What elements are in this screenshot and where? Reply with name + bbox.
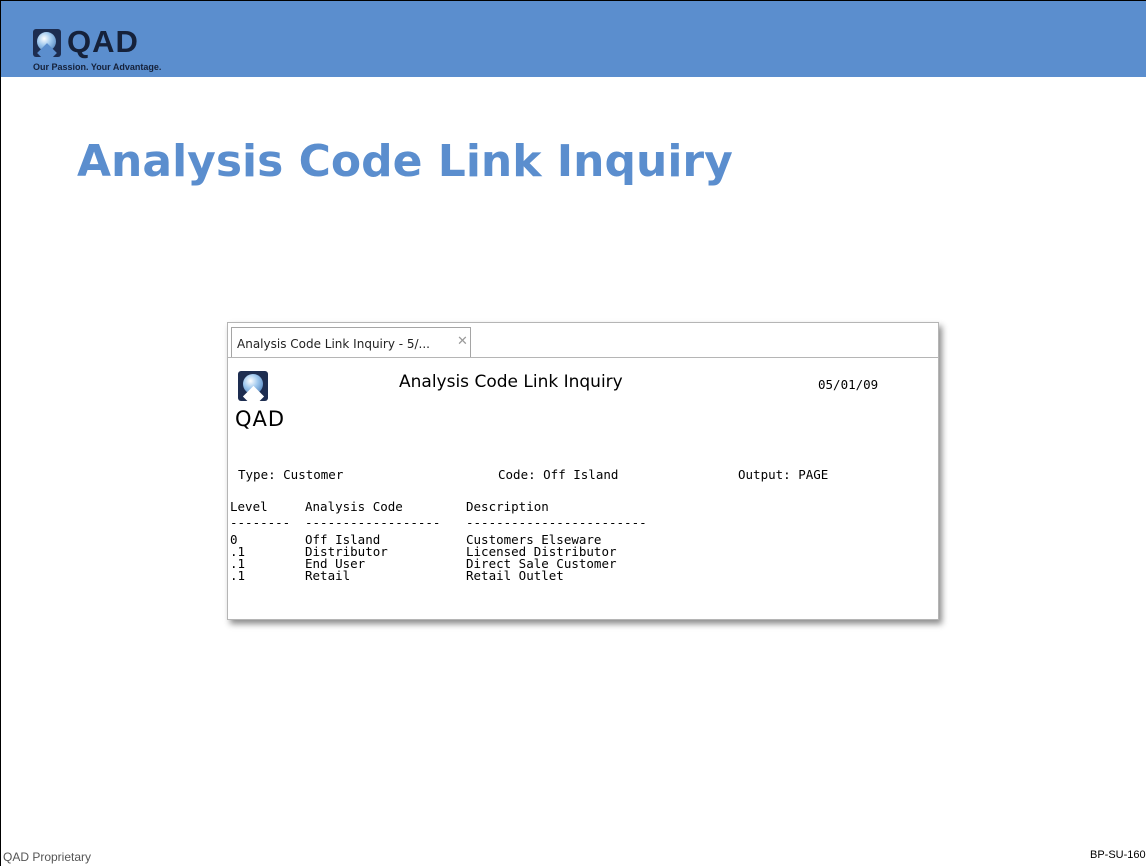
type-field: Type: Customer xyxy=(238,467,344,482)
divider-level: -------- xyxy=(230,515,291,530)
tab-label: Analysis Code Link Inquiry - 5/... xyxy=(237,337,430,351)
footer-slide-code: BP-SU-160 xyxy=(1090,849,1146,861)
close-icon[interactable]: ✕ xyxy=(457,333,468,349)
report-logo: QAD xyxy=(235,367,295,431)
header-bar: QAD Our Passion. Your Advantage. xyxy=(1,1,1146,77)
divider-description: ------------------------ xyxy=(466,515,647,530)
cell-level: .1 xyxy=(230,568,246,583)
output-field: Output: PAGE xyxy=(738,467,829,482)
footer-proprietary: QAD Proprietary xyxy=(3,850,92,864)
code-field: Code: Off Island xyxy=(498,467,619,482)
inquiry-window: Analysis Code Link Inquiry - 5/... ✕ QAD… xyxy=(227,322,939,620)
qad-logo-icon xyxy=(33,29,61,57)
report-title: Analysis Code Link Inquiry xyxy=(399,372,623,392)
divider-analysis-code: ------------------ xyxy=(305,515,441,530)
page-title: Analysis Code Link Inquiry xyxy=(77,136,733,187)
column-header-analysis-code: Analysis Code xyxy=(305,499,403,514)
logo-tagline: Our Passion. Your Advantage. xyxy=(33,62,162,72)
tab-analysis-code-link-inquiry[interactable]: Analysis Code Link Inquiry - 5/... ✕ xyxy=(231,327,471,357)
tab-strip: Analysis Code Link Inquiry - 5/... ✕ xyxy=(228,323,938,358)
qad-mark-icon xyxy=(238,371,268,401)
column-header-description: Description xyxy=(466,499,549,514)
logo-word: QAD xyxy=(67,24,139,59)
report-date: 05/01/09 xyxy=(818,377,879,392)
report-logo-word: QAD xyxy=(235,407,286,431)
cell-description: Retail Outlet xyxy=(466,568,564,583)
cell-analysis-code: Retail xyxy=(305,568,351,583)
column-header-level: Level xyxy=(230,499,268,514)
